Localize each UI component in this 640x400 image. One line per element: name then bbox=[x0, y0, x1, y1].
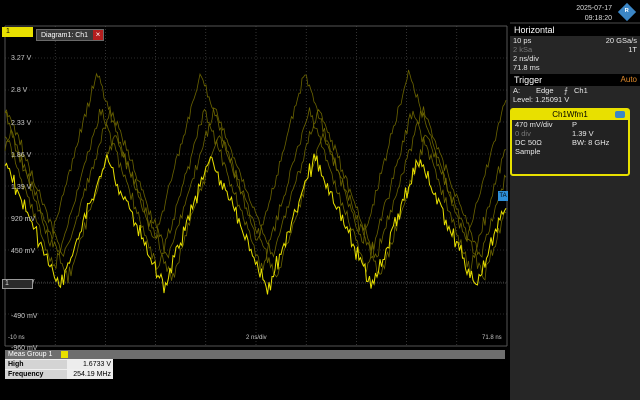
trigger-source-prefix: A: bbox=[513, 86, 521, 95]
x-axis-right-label: 71.8 ns bbox=[482, 335, 502, 341]
horizontal-header[interactable]: Horizontal bbox=[510, 24, 640, 36]
waveform-position: 1.39 V bbox=[572, 129, 594, 138]
horizontal-resolution: 10 ps bbox=[513, 36, 532, 45]
y-axis-tick-label: 1.39 V bbox=[11, 184, 32, 191]
waveform-probe: P bbox=[572, 120, 578, 129]
diagram-tab-label: Diagram1: Ch1 bbox=[41, 32, 89, 39]
horizontal-record-length: 2 kSa bbox=[513, 45, 533, 54]
measurement-label: Frequency bbox=[8, 371, 44, 378]
y-axis-tick-label: -490 mV bbox=[11, 312, 38, 320]
y-axis-tick-label: 920 mV bbox=[11, 216, 36, 224]
y-axis-tick-label: 3.27 V bbox=[11, 55, 32, 63]
measurement-value: 1.6733 V bbox=[67, 360, 113, 369]
y-axis-tick-label: 2.33 V bbox=[11, 119, 32, 127]
y-axis-tick-label: 1.86 V bbox=[11, 151, 32, 159]
measurement-label: High bbox=[8, 361, 24, 368]
close-icon[interactable]: × bbox=[93, 30, 103, 40]
measurement-value: 254.19 MHz bbox=[67, 370, 113, 379]
horizontal-record-mode: 1T bbox=[628, 45, 637, 54]
horizontal-row-2[interactable]: 2 kSa 1T bbox=[510, 45, 640, 54]
waveform-offset: 0 div bbox=[515, 129, 531, 138]
horizontal-row-1[interactable]: 10 ps 20 GSa/s bbox=[510, 36, 640, 45]
channel-offset-marker[interactable]: 1 bbox=[2, 27, 33, 37]
trigger-level-marker[interactable]: TA bbox=[498, 191, 508, 201]
rising-edge-icon: ⨍ bbox=[564, 86, 568, 95]
measurement-row[interactable]: Frequency 254.19 MHz bbox=[5, 369, 113, 379]
trigger-source: Ch1 bbox=[574, 86, 588, 95]
trigger-row-2[interactable]: Level: 1.25091 V bbox=[510, 95, 640, 104]
x-axis-scale-label: 2 ns/div bbox=[246, 335, 267, 341]
waveform-coupling: DC 50Ω bbox=[515, 138, 542, 147]
horizontal-position: 71.8 ms bbox=[513, 63, 540, 72]
waveform-scale: 470 mV/div bbox=[515, 120, 553, 129]
waveform-title: Ch1Wfm1 bbox=[552, 110, 588, 119]
waveform-bandwidth: BW: 8 GHz bbox=[572, 138, 610, 147]
measurement-panel[interactable]: Meas Group 1 High 1.6733 V Frequency 254… bbox=[5, 350, 505, 379]
x-axis-left-label: -10 ns bbox=[8, 335, 25, 341]
horizontal-row-3[interactable]: 2 ns/div bbox=[510, 54, 640, 63]
ground-level-marker[interactable]: 1 bbox=[2, 279, 33, 289]
waveform-row-2: 0 div 1.39 V bbox=[512, 129, 628, 138]
waveform-menu-icon[interactable] bbox=[615, 111, 625, 118]
trigger-level: Level: 1.25091 V bbox=[513, 95, 570, 104]
timestamp-date: 2025-07-17 bbox=[576, 5, 612, 12]
channel-color-indicator bbox=[61, 351, 68, 358]
measurement-group-header[interactable]: Meas Group 1 bbox=[5, 350, 505, 359]
horizontal-time-scale: 2 ns/div bbox=[513, 54, 539, 63]
waveform-settings-box[interactable]: Ch1Wfm1 470 mV/div P 0 div 1.39 V DC 50Ω… bbox=[510, 108, 630, 176]
trigger-type: Edge bbox=[536, 86, 554, 95]
trigger-row-1[interactable]: A: Edge ⨍ Ch1 bbox=[510, 86, 640, 95]
trigger-mode: Auto bbox=[620, 75, 637, 84]
waveform-title-bar[interactable]: Ch1Wfm1 bbox=[512, 110, 628, 120]
waveform-acquisition: Sample bbox=[515, 147, 541, 156]
horizontal-row-4[interactable]: 71.8 ms bbox=[510, 63, 640, 72]
waveform-row-4: Sample bbox=[512, 147, 628, 156]
trigger-header[interactable]: Trigger Auto bbox=[510, 74, 640, 86]
measurement-row[interactable]: High 1.6733 V bbox=[5, 359, 113, 369]
waveform-row-3: DC 50Ω BW: 8 GHz bbox=[512, 138, 628, 147]
timestamp: 2025-07-17 09:18:20 bbox=[576, 4, 612, 24]
y-axis-tick-label: 450 mV bbox=[11, 248, 36, 256]
horizontal-sample-rate: 20 GSa/s bbox=[605, 36, 637, 45]
measurement-group-title: Meas Group 1 bbox=[8, 351, 53, 358]
y-axis-tick-label: 2.8 V bbox=[11, 87, 28, 95]
waveform-row-1: 470 mV/div P bbox=[512, 120, 628, 129]
settings-panel: Horizontal 10 ps 20 GSa/s 2 kSa 1T 2 ns/… bbox=[510, 22, 640, 400]
